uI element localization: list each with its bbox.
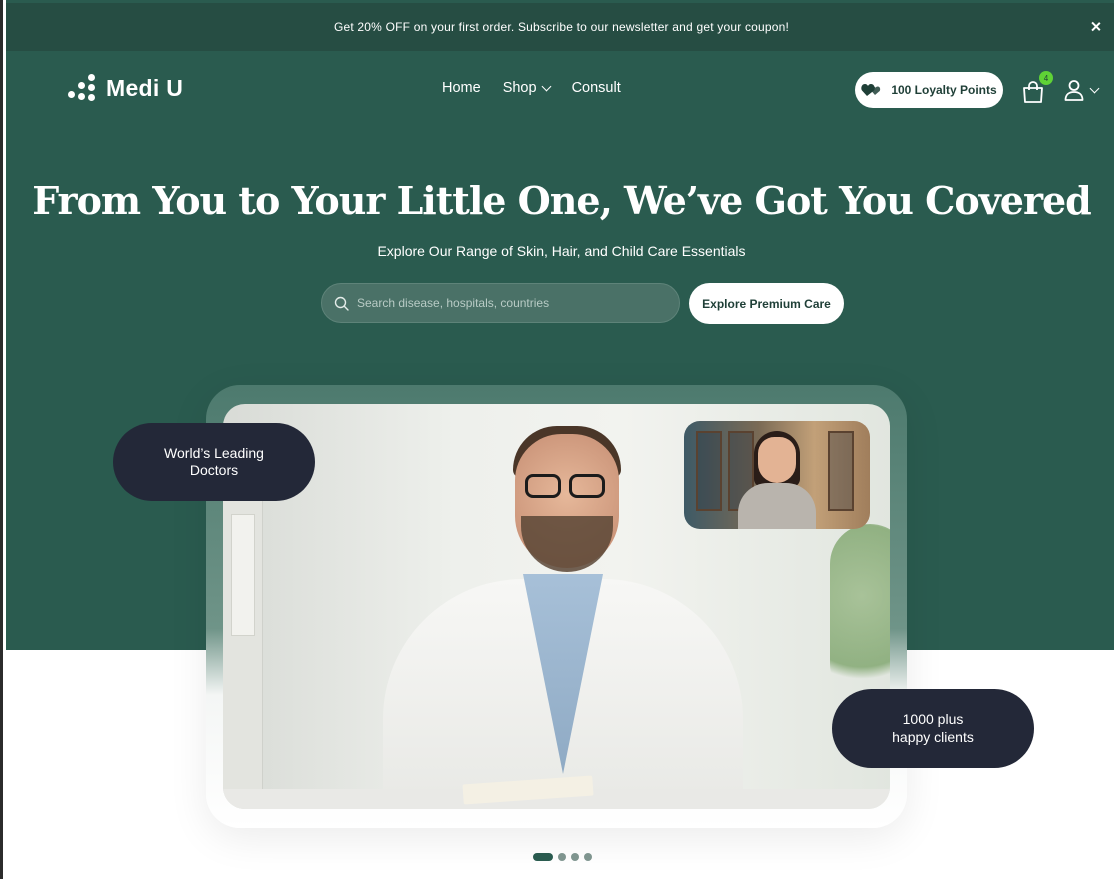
nav-item-label: Home [442,80,481,96]
chevron-down-icon [1089,83,1100,93]
badge-line: World’s Leading [164,444,264,461]
main-nav: Home Shop Consult [442,80,621,96]
nav-item-home[interactable]: Home [442,80,481,96]
nav-item-shop[interactable]: Shop [502,80,552,96]
search-bar [321,283,680,323]
user-icon [1064,80,1084,101]
carousel-dot-active[interactable] [533,853,553,861]
account-menu-button[interactable] [1063,79,1100,101]
leading-doctors-badge: World’s Leading Doctors [113,423,315,501]
carousel-pagination [533,853,592,861]
happy-clients-badge: 1000 plus happy clients [832,689,1034,768]
search-input[interactable] [357,296,657,310]
chevron-down-icon [541,81,552,91]
loyalty-points-button[interactable]: 100 Loyalty Points [855,72,1003,108]
carousel-dot[interactable] [558,853,566,861]
brand-logo[interactable]: Medi U [68,74,183,102]
carousel-dot[interactable] [584,853,592,861]
video-call-thumbnail [684,421,870,529]
brand-name: Medi U [106,74,184,101]
page: Get 20% OFF on your first order. Subscri… [6,0,1114,879]
badge-line: Doctors [189,462,239,478]
loyalty-points-label: 100 Loyalty Points [891,83,997,97]
nav-item-label: Shop [502,80,537,96]
search-icon [334,296,349,311]
badge-line: happy clients [892,728,974,745]
logo-dots-icon [68,74,96,102]
explore-premium-care-button[interactable]: Explore Premium Care [689,283,844,324]
heart-icon [861,84,881,96]
announcement-text: Get 20% OFF on your first order. Subscri… [333,20,790,34]
hero-subtitle: Explore Our Range of Skin, Hair, and Chi… [377,243,746,259]
close-icon[interactable] [1089,20,1103,34]
hero-title: From You to Your Little One, We’ve Got Y… [32,178,1091,223]
nav-item-consult[interactable]: Consult [572,80,621,96]
carousel-dot[interactable] [571,853,579,861]
nav-item-label: Consult [571,80,621,96]
announcement-bar: Get 20% OFF on your first order. Subscri… [6,3,1114,51]
badge-line: 1000 plus [902,711,964,727]
cart-count-badge: 4 [1039,71,1053,85]
